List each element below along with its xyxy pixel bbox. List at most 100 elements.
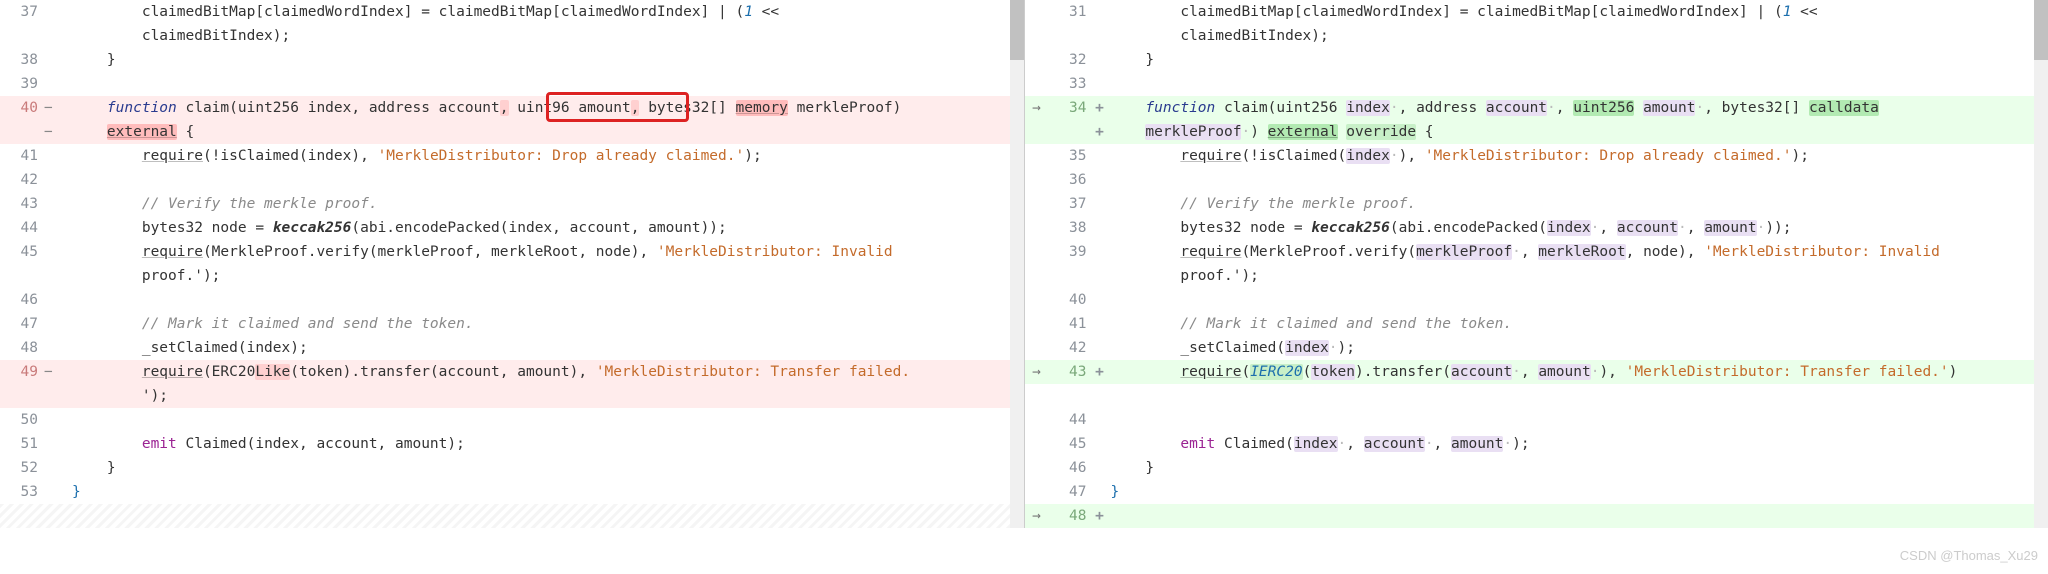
code-content[interactable]: _setClaimed(index); <box>68 336 1024 360</box>
code-content[interactable]: } <box>1107 456 2048 480</box>
code-content[interactable]: _setClaimed(index·); <box>1107 336 2048 360</box>
code-line[interactable]: 42 <box>0 168 1024 192</box>
line-number: 41 <box>1049 312 1093 336</box>
code-line[interactable]: 46 <box>0 288 1024 312</box>
code-line[interactable]: '); <box>0 384 1024 408</box>
code-content[interactable]: function claim(uint256 index·, address a… <box>1107 96 2048 120</box>
code-line[interactable] <box>1025 384 2048 408</box>
code-line[interactable]: 50 <box>0 408 1024 432</box>
code-line[interactable]: 31 claimedBitMap[claimedWordIndex] = cla… <box>1025 0 2048 24</box>
line-number: 48 <box>0 336 44 360</box>
scrollbar-thumb[interactable] <box>1010 0 1024 60</box>
code-line[interactable]: 52 } <box>0 456 1024 480</box>
code-line[interactable]: 43 // Verify the merkle proof. <box>0 192 1024 216</box>
code-line[interactable]: 49− require(ERC20Like(token).transfer(ac… <box>0 360 1024 384</box>
code-content[interactable]: require(IERC20(token).transfer(account·,… <box>1107 360 2048 384</box>
code-content[interactable]: } <box>68 48 1024 72</box>
code-content[interactable] <box>1107 504 2048 528</box>
code-content[interactable]: emit Claimed(index, account, amount); <box>68 432 1024 456</box>
code-line[interactable]: 51 emit Claimed(index, account, amount); <box>0 432 1024 456</box>
code-content[interactable]: claimedBitMap[claimedWordIndex] = claime… <box>1107 0 2048 24</box>
code-content[interactable]: } <box>1107 480 2048 504</box>
code-content[interactable]: // Mark it claimed and send the token. <box>68 312 1024 336</box>
code-line[interactable]: proof.'); <box>0 264 1024 288</box>
line-number: 51 <box>0 432 44 456</box>
code-content[interactable]: '); <box>68 384 1024 408</box>
code-content[interactable]: bytes32 node = keccak256(abi.encodePacke… <box>1107 216 2048 240</box>
line-number: 44 <box>1049 408 1093 432</box>
code-line[interactable]: →34+ function claim(uint256 index·, addr… <box>1025 96 2048 120</box>
line-number: 36 <box>1049 168 1093 192</box>
code-content[interactable]: require(MerkleProof.verify(merkleProof, … <box>68 240 1024 264</box>
code-line[interactable]: 45 require(MerkleProof.verify(merkleProo… <box>0 240 1024 264</box>
code-content[interactable]: proof.'); <box>68 264 1024 288</box>
code-line[interactable]: 36 <box>1025 168 2048 192</box>
code-line[interactable]: 40− function claim(uint256 index, addres… <box>0 96 1024 120</box>
code-content[interactable]: } <box>1107 48 2048 72</box>
code-line[interactable]: 32 } <box>1025 48 2048 72</box>
code-line[interactable]: 48 _setClaimed(index); <box>0 336 1024 360</box>
code-line[interactable]: 39 require(MerkleProof.verify(merkleProo… <box>1025 240 2048 264</box>
code-line[interactable]: 39 <box>0 72 1024 96</box>
code-line[interactable]: 37 claimedBitMap[claimedWordIndex] = cla… <box>0 0 1024 24</box>
code-content[interactable]: require(!isClaimed(index), 'MerkleDistri… <box>68 144 1024 168</box>
code-line[interactable]: 33 <box>1025 72 2048 96</box>
code-content[interactable]: require(!isClaimed(index·), 'MerkleDistr… <box>1107 144 2048 168</box>
code-line[interactable]: 47 // Mark it claimed and send the token… <box>0 312 1024 336</box>
code-content[interactable]: require(ERC20Like(token).transfer(accoun… <box>68 360 1024 384</box>
code-line[interactable]: 42 _setClaimed(index·); <box>1025 336 2048 360</box>
code-line[interactable]: 40 <box>1025 288 2048 312</box>
code-content[interactable]: claimedBitIndex); <box>1107 24 2048 48</box>
code-line[interactable]: claimedBitIndex); <box>0 24 1024 48</box>
code-line[interactable]: 37 // Verify the merkle proof. <box>1025 192 2048 216</box>
code-line[interactable]: proof.'); <box>1025 264 2048 288</box>
diff-pane-left[interactable]: 37 claimedBitMap[claimedWordIndex] = cla… <box>0 0 1025 528</box>
line-number: 41 <box>0 144 44 168</box>
code-line[interactable]: 41 require(!isClaimed(index), 'MerkleDis… <box>0 144 1024 168</box>
code-line[interactable]: 35 require(!isClaimed(index·), 'MerkleDi… <box>1025 144 2048 168</box>
code-line[interactable]: →48+ <box>1025 504 2048 528</box>
code-line[interactable]: →43+ require(IERC20(token).transfer(acco… <box>1025 360 2048 384</box>
code-content[interactable]: bytes32 node = keccak256(abi.encodePacke… <box>68 216 1024 240</box>
code-line[interactable]: 45 emit Claimed(index·, account·, amount… <box>1025 432 2048 456</box>
sync-arrow-icon: → <box>1025 96 1049 120</box>
code-line[interactable] <box>0 504 1024 528</box>
diff-pane-right[interactable]: 31 claimedBitMap[claimedWordIndex] = cla… <box>1025 0 2048 528</box>
code-line[interactable]: 53} <box>0 480 1024 504</box>
scrollbar-thumb[interactable] <box>2034 0 2048 60</box>
code-line[interactable]: 46 } <box>1025 456 2048 480</box>
code-content[interactable]: // Verify the merkle proof. <box>68 192 1024 216</box>
line-number: 48 <box>1049 504 1093 528</box>
code-line[interactable]: claimedBitIndex); <box>1025 24 2048 48</box>
code-content[interactable]: claimedBitIndex); <box>68 24 1024 48</box>
code-content[interactable]: claimedBitMap[claimedWordIndex] = claime… <box>68 0 1024 24</box>
code-line[interactable]: − external { <box>0 120 1024 144</box>
code-content[interactable] <box>68 504 1024 528</box>
code-content[interactable]: } <box>68 480 1024 504</box>
code-content[interactable]: function claim(uint256 index, address ac… <box>68 96 1024 120</box>
line-number: 39 <box>0 72 44 96</box>
code-line[interactable]: + merkleProof·) external override { <box>1025 120 2048 144</box>
scrollbar-left[interactable] <box>1010 0 1024 528</box>
code-content[interactable]: require(MerkleProof.verify(merkleProof·,… <box>1107 240 2048 264</box>
code-content[interactable]: emit Claimed(index·, account·, amount·); <box>1107 432 2048 456</box>
code-line[interactable]: 47} <box>1025 480 2048 504</box>
code-line[interactable]: 44 <box>1025 408 2048 432</box>
line-number: 38 <box>0 48 44 72</box>
code-line[interactable]: 44 bytes32 node = keccak256(abi.encodePa… <box>0 216 1024 240</box>
line-number: 40 <box>0 96 44 120</box>
code-line[interactable]: 38 bytes32 node = keccak256(abi.encodePa… <box>1025 216 2048 240</box>
code-content[interactable]: } <box>68 456 1024 480</box>
code-content[interactable]: external { <box>68 120 1024 144</box>
code-content[interactable]: proof.'); <box>1107 264 2048 288</box>
code-line[interactable]: 38 } <box>0 48 1024 72</box>
line-number: 38 <box>1049 216 1093 240</box>
code-content[interactable]: merkleProof·) external override { <box>1107 120 2048 144</box>
code-content[interactable]: // Mark it claimed and send the token. <box>1107 312 2048 336</box>
scrollbar-right[interactable] <box>2034 0 2048 528</box>
line-number: 37 <box>1049 192 1093 216</box>
line-number: 34 <box>1049 96 1093 120</box>
code-content[interactable]: // Verify the merkle proof. <box>1107 192 2048 216</box>
sync-arrow-icon: → <box>1025 504 1049 528</box>
code-line[interactable]: 41 // Mark it claimed and send the token… <box>1025 312 2048 336</box>
